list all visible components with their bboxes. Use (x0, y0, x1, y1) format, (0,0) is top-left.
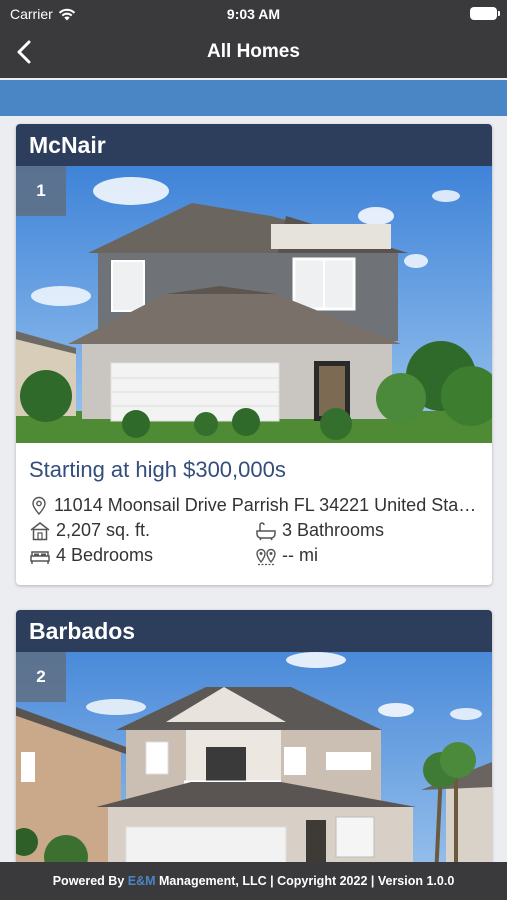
clock: 9:03 AM (226, 6, 281, 22)
footer-text: Management, LLC | Copyright 2022 | Versi… (155, 874, 455, 888)
home-index-badge: 1 (16, 166, 66, 216)
bedrooms-cell: 4 Bedrooms (29, 545, 255, 566)
home-bedrooms: 4 Bedrooms (56, 545, 154, 565)
house-icon (29, 521, 51, 541)
bathrooms-cell: 3 Bathrooms (255, 520, 384, 541)
home-sqft: 2,207 sq. ft. (56, 520, 151, 540)
address-row: 11014 Moonsail Drive Parrish FL 34221 Un… (16, 493, 492, 518)
distance-cell: -- mi (255, 545, 318, 566)
details-row-1: 2,207 sq. ft. 3 Bathrooms (16, 518, 492, 543)
footer-prefix: Powered By (52, 874, 128, 888)
distance-pins-icon (255, 546, 277, 566)
home-index-badge: 2 (16, 652, 66, 702)
status-bar: Carrier 9:03 AM (0, 0, 507, 28)
home-photo[interactable]: 1 (16, 166, 492, 443)
home-bathrooms: 3 Bathrooms (282, 520, 385, 540)
home-card[interactable]: Barbados 2 (16, 610, 492, 900)
home-card[interactable]: McNair 1 Starting at high $300,000s 1101… (16, 124, 492, 585)
sqft-cell: 2,207 sq. ft. (29, 520, 255, 541)
bed-icon (29, 546, 51, 566)
navigation-bar: All Homes (0, 28, 507, 78)
filter-band (0, 80, 507, 116)
home-name: Barbados (16, 610, 492, 652)
location-pin-icon (29, 496, 49, 516)
home-address: 11014 Moonsail Drive Parrish FL 34221 Un… (54, 495, 479, 515)
address-cell: 11014 Moonsail Drive Parrish FL 34221 Un… (29, 495, 479, 516)
footer-brand: E&M (127, 874, 156, 888)
home-distance: -- mi (282, 545, 318, 565)
footer-bar: Powered By E&M Management, LLC | Copyrig… (0, 862, 507, 900)
home-price: Starting at high $300,000s (29, 457, 286, 482)
home-name: McNair (16, 124, 492, 166)
battery-icon (470, 7, 500, 20)
details-row-2: 4 Bedrooms -- mi (16, 543, 492, 568)
bathtub-icon (255, 521, 277, 541)
page-title: All Homes (207, 41, 300, 62)
